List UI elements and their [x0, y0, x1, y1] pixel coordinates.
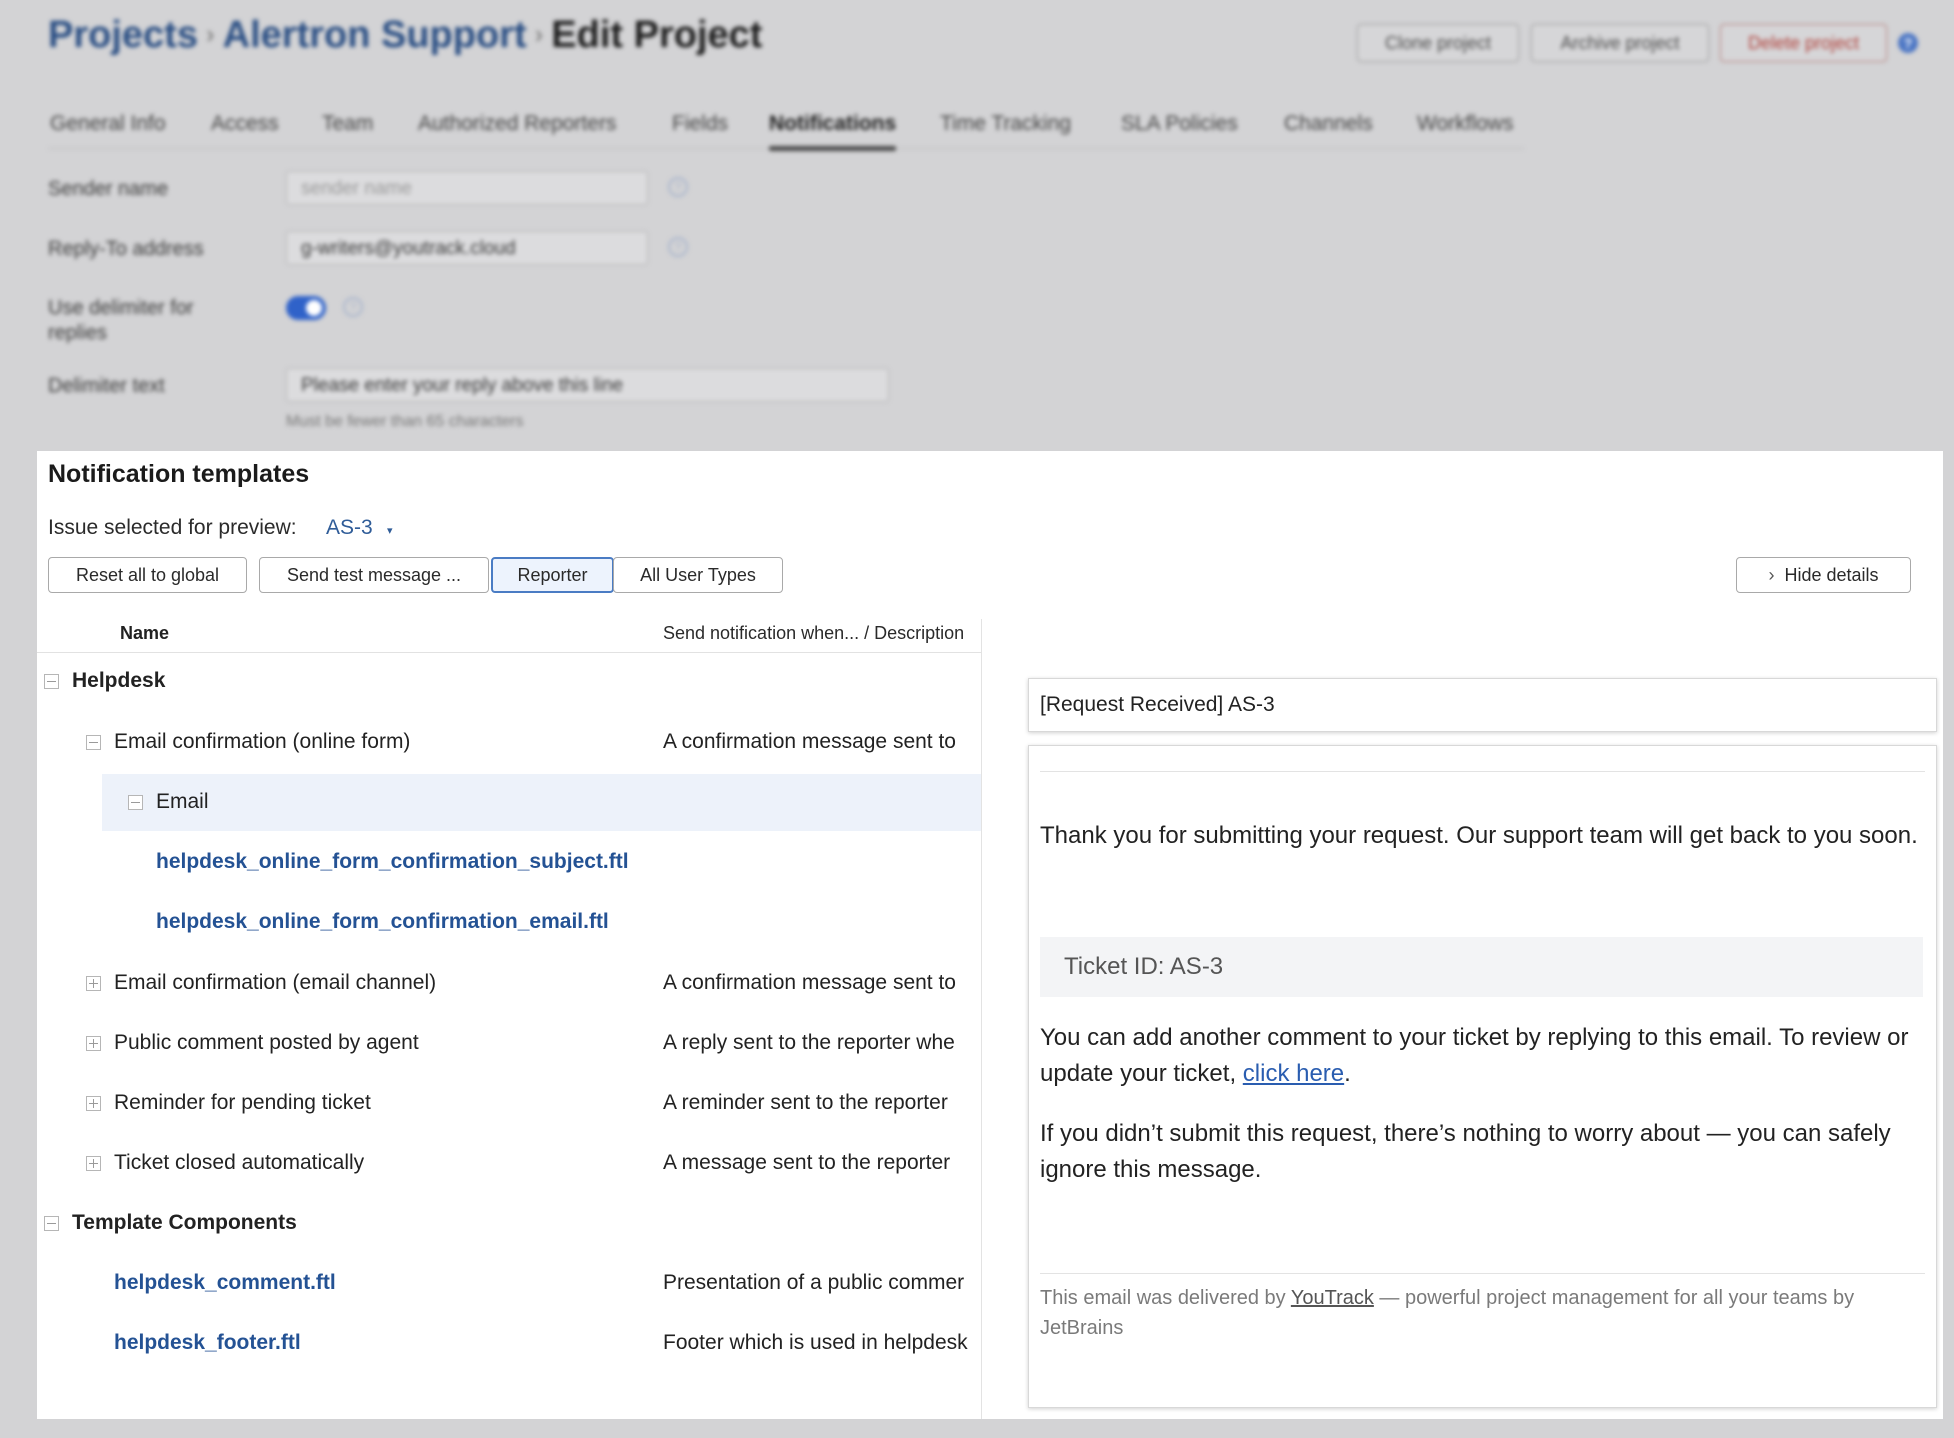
desc-comment-ftl: Presentation of a public commer — [663, 1271, 965, 1294]
delimiter-toggle[interactable] — [286, 296, 326, 320]
breadcrumb-projects[interactable]: Projects — [48, 14, 198, 56]
collapse-icon[interactable] — [44, 1216, 59, 1231]
tab-sla-policies[interactable]: SLA Policies — [1121, 112, 1238, 136]
chevron-right-icon: › — [1768, 565, 1775, 585]
email-footer: This email was delivered by YouTrack — p… — [1040, 1283, 1920, 1343]
youtrack-link[interactable]: YouTrack — [1291, 1287, 1374, 1309]
clone-project-button[interactable]: Clone project — [1357, 24, 1519, 62]
email-subject-preview: [Request Received] AS-3 — [1028, 678, 1937, 732]
template-tree-table: Name Send notification when... / Descrip… — [37, 451, 981, 1419]
email-footer-divider — [1040, 1273, 1925, 1274]
collapse-icon[interactable] — [44, 674, 59, 689]
project-tabs: General Info Access Team Authorized Repo… — [48, 106, 1524, 151]
delimiter-text-label: Delimiter text — [48, 375, 165, 397]
tree-item-public-comment[interactable]: Public comment posted by agent — [114, 1013, 419, 1073]
desc-reminder: A reminder sent to the reporter — [663, 1091, 948, 1114]
email-paragraph-comment-text: You can add another comment to your tick… — [1040, 1024, 1909, 1087]
delimiter-help-icon[interactable]: ? — [343, 297, 363, 317]
tree-item-reminder[interactable]: Reminder for pending ticket — [114, 1073, 371, 1133]
hide-details-button[interactable]: › Hide details — [1736, 557, 1911, 593]
sender-name-label: Sender name — [48, 178, 169, 200]
delimiter-text-input[interactable]: Please enter your reply above this line — [286, 368, 889, 402]
tree-item-ticket-closed[interactable]: Ticket closed automatically — [114, 1133, 364, 1193]
tab-general-info[interactable]: General Info — [50, 112, 166, 136]
desc-footer-ftl: Footer which is used in helpdesk — [663, 1331, 968, 1354]
breadcrumb-separator: › — [534, 19, 544, 49]
email-paragraph-thanks: Thank you for submitting your request. O… — [1040, 822, 1918, 849]
sender-help-icon[interactable]: ? — [668, 177, 688, 197]
delimiter-toggle-label-line1: Use delimiter for — [48, 297, 194, 319]
delimiter-hint: Must be fewer than 65 characters — [286, 413, 524, 430]
desc-email-confirmation-online: A confirmation message sent to — [663, 730, 956, 753]
breadcrumb-separator: › — [205, 19, 215, 49]
archive-project-button[interactable]: Archive project — [1531, 24, 1709, 62]
expand-icon[interactable] — [86, 976, 101, 991]
click-here-link[interactable]: click here — [1243, 1060, 1344, 1087]
collapse-icon[interactable] — [86, 735, 101, 750]
tree-item-email[interactable]: Email — [156, 772, 209, 832]
delimiter-toggle-label: Use delimiter for replies — [48, 296, 194, 346]
selected-row-highlight — [102, 774, 981, 831]
email-top-divider — [1040, 771, 1925, 772]
expand-icon[interactable] — [86, 1156, 101, 1171]
column-header-description: Send notification when... / Description — [663, 623, 965, 643]
template-file-subject-ftl[interactable]: helpdesk_online_form_confirmation_subjec… — [156, 832, 629, 892]
panel-divider[interactable] — [981, 619, 982, 1419]
email-footer-text: This email was delivered by — [1040, 1287, 1291, 1309]
tab-time-tracking[interactable]: Time Tracking — [940, 112, 1071, 136]
tree-group-helpdesk[interactable]: Helpdesk — [72, 651, 165, 711]
tab-channels[interactable]: Channels — [1284, 112, 1373, 136]
tab-team[interactable]: Team — [322, 112, 373, 136]
email-paragraph-comment-end: . — [1344, 1060, 1351, 1087]
email-body-preview: Thank you for submitting your request. O… — [1028, 745, 1937, 1408]
collapse-icon[interactable] — [128, 795, 143, 810]
email-paragraph-ignore: If you didn’t submit this request, there… — [1040, 1120, 1891, 1183]
desc-public-comment: A reply sent to the reporter whe — [663, 1031, 955, 1054]
desc-email-confirmation-channel: A confirmation message sent to — [663, 971, 956, 994]
breadcrumb: Projects › Alertron Support › Edit Project — [48, 14, 762, 57]
reply-to-input[interactable]: g-writers@youtrack.cloud — [286, 231, 648, 265]
delimiter-toggle-label-line2: replies — [48, 322, 107, 344]
help-icon[interactable]: ? — [1898, 33, 1918, 53]
tree-item-email-confirmation-channel[interactable]: Email confirmation (email channel) — [114, 953, 436, 1013]
reply-to-help-icon[interactable]: ? — [668, 237, 688, 257]
template-file-comment-ftl[interactable]: helpdesk_comment.ftl — [114, 1253, 336, 1313]
tab-fields[interactable]: Fields — [672, 112, 728, 136]
tree-group-template-components[interactable]: Template Components — [72, 1193, 297, 1253]
template-file-email-ftl[interactable]: helpdesk_online_form_confirmation_email.… — [156, 892, 609, 952]
tab-workflows[interactable]: Workflows — [1417, 112, 1513, 136]
template-file-footer-ftl[interactable]: helpdesk_footer.ftl — [114, 1313, 301, 1373]
reply-to-label: Reply-To address — [48, 238, 204, 260]
email-paragraph-comment: You can add another comment to your tick… — [1040, 1020, 1920, 1092]
tab-notifications[interactable]: Notifications — [769, 112, 897, 151]
tree-item-email-confirmation-online[interactable]: Email confirmation (online form) — [114, 712, 410, 772]
header-divider — [37, 652, 981, 653]
sender-name-input[interactable]: sender name — [286, 171, 648, 205]
expand-icon[interactable] — [86, 1096, 101, 1111]
tab-authorized-reporters[interactable]: Authorized Reporters — [418, 112, 616, 136]
delete-project-button[interactable]: Delete project — [1720, 24, 1887, 62]
ticket-id-block: Ticket ID: AS-3 — [1040, 937, 1923, 997]
expand-icon[interactable] — [86, 1036, 101, 1051]
desc-ticket-closed: A message sent to the reporter — [663, 1151, 951, 1174]
page-title: Edit Project — [551, 14, 763, 56]
tab-access[interactable]: Access — [211, 112, 279, 136]
hide-details-label: Hide details — [1784, 565, 1879, 585]
notification-templates-panel: Notification templates Issue selected fo… — [37, 451, 1943, 1419]
column-header-name: Name — [120, 623, 170, 643]
breadcrumb-project[interactable]: Alertron Support — [223, 14, 527, 56]
